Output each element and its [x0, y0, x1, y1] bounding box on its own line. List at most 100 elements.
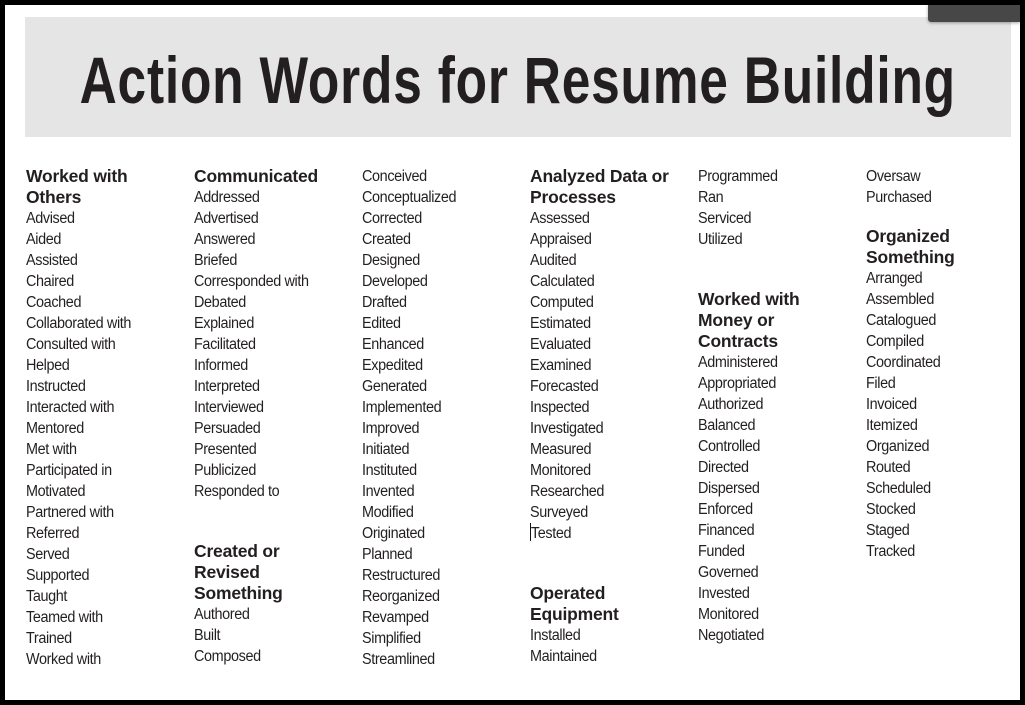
word-item: Negotiated	[698, 627, 765, 644]
word-item: Presented	[194, 441, 257, 458]
word-item: Invented	[362, 483, 415, 500]
word-item: Arranged	[866, 270, 923, 287]
word-item: Utilized	[698, 231, 743, 248]
word-item: Filed	[866, 375, 896, 392]
column-5: Programmed Ran Serviced Utilized Worked wit…	[698, 166, 800, 646]
word-item: Assessed	[530, 210, 590, 227]
word-text: Tested	[530, 525, 572, 542]
section-heading: Something	[194, 583, 283, 603]
section-heading: Processes	[530, 187, 616, 207]
word-item: Chaired	[26, 273, 74, 290]
word-item: Advertised	[194, 210, 259, 227]
word-item: Invoiced	[866, 396, 917, 413]
word-item: Drafted	[362, 294, 407, 311]
word-item: Examined	[530, 357, 592, 374]
word-item: Forecasted	[530, 378, 599, 395]
word-item: Authorized	[698, 396, 764, 413]
column-6: Oversaw Purchased Organized Something Arr…	[866, 166, 955, 562]
word-item: Evaluated	[530, 336, 591, 353]
word-item: Authored	[194, 606, 250, 623]
word-item: Itemized	[866, 417, 918, 434]
word-item: Oversaw	[866, 168, 921, 185]
word-item: Corresponded with	[194, 273, 309, 290]
word-item: Aided	[26, 231, 62, 248]
word-list-worked-with-others: Advised Aided Assisted Chaired Coached Collab…	[26, 208, 139, 670]
word-list-operated-equipment-continued: Programmed Ran Serviced Utilized	[698, 166, 800, 250]
column-4: Analyzed Data or Processes Assessed Appra…	[530, 166, 669, 667]
word-item: Financed	[698, 522, 755, 539]
word-item: Interacted with	[26, 399, 115, 416]
word-item: Tested	[530, 523, 659, 544]
section-heading: Money or	[698, 310, 775, 330]
word-item: Partnered with	[26, 504, 114, 521]
window-corner-tab[interactable]	[928, 5, 1020, 22]
section-heading: Organized	[866, 226, 950, 246]
word-item: Corrected	[362, 210, 422, 227]
word-item: Restructured	[362, 567, 441, 584]
word-item: Conceived	[362, 168, 427, 185]
word-list-money-contracts: Administered Appropriated Authorized Balanc…	[698, 352, 800, 646]
word-item: Referred	[26, 525, 80, 542]
title-banner: Action Words for Resume Building	[25, 17, 1011, 137]
word-item: Supported	[26, 567, 90, 584]
word-item: Trained	[26, 630, 72, 647]
word-item: Facilitated	[194, 336, 256, 353]
word-item: Assisted	[26, 252, 78, 269]
word-item: Consulted with	[26, 336, 116, 353]
word-item: Administered	[698, 354, 778, 371]
word-item: Controlled	[698, 438, 760, 455]
word-item: Monitored	[698, 606, 759, 623]
section-heading: Analyzed Data or	[530, 166, 669, 186]
word-item: Inspected	[530, 399, 590, 416]
word-item: Streamlined	[362, 651, 435, 668]
word-item: Debated	[194, 294, 246, 311]
word-item: Informed	[194, 357, 248, 374]
word-item: Interviewed	[194, 399, 264, 416]
word-item: Composed	[194, 648, 261, 665]
word-item: Advised	[26, 210, 75, 227]
word-item: Tracked	[866, 543, 915, 560]
column-2: Communicated Addressed Advertised Answered…	[194, 166, 318, 667]
word-item: Researched	[530, 483, 605, 500]
word-item: Computed	[530, 294, 594, 311]
word-item: Programmed	[698, 168, 778, 185]
word-item: Instituted	[362, 462, 417, 479]
word-item: Surveyed	[530, 504, 588, 521]
word-item: Investigated	[530, 420, 604, 437]
word-item: Planned	[362, 546, 413, 563]
word-item: Audited	[530, 252, 577, 269]
word-item: Ran	[698, 189, 724, 206]
word-list-money-contracts-continued: Oversaw Purchased	[866, 166, 955, 208]
word-item: Purchased	[866, 189, 932, 206]
word-item: Appropriated	[698, 375, 777, 392]
word-item: Revamped	[362, 609, 429, 626]
word-item: Directed	[698, 459, 749, 476]
section-heading: Contracts	[698, 331, 778, 351]
section-heading: Others	[26, 187, 82, 207]
word-item: Estimated	[530, 315, 591, 332]
word-item: Edited	[362, 315, 401, 332]
word-item: Motivated	[26, 483, 86, 500]
word-item: Designed	[362, 252, 420, 269]
word-item: Simplified	[362, 630, 421, 647]
section-heading: Created or	[194, 541, 280, 561]
word-item: Routed	[866, 459, 911, 476]
word-item: Monitored	[530, 462, 591, 479]
word-item: Governed	[698, 564, 759, 581]
word-item: Created	[362, 231, 411, 248]
word-item: Invested	[698, 585, 750, 602]
word-item: Funded	[698, 543, 745, 560]
page-title: Action Words for Resume Building	[79, 43, 957, 117]
word-item: Collaborated with	[26, 315, 132, 332]
word-item: Persuaded	[194, 420, 261, 437]
word-item: Helped	[26, 357, 70, 374]
word-list-communicated: Addressed Advertised Answered Briefed Corres…	[194, 187, 318, 502]
word-item: Addressed	[194, 189, 260, 206]
section-heading: Equipment	[530, 604, 619, 624]
section-heading: Worked with	[26, 166, 128, 186]
word-item: Coached	[26, 294, 82, 311]
word-item: Implemented	[362, 399, 442, 416]
word-item: Enforced	[698, 501, 753, 518]
column-3: Conceived Conceptualized Corrected Created D…	[362, 166, 463, 670]
word-item: Maintained	[530, 648, 597, 665]
